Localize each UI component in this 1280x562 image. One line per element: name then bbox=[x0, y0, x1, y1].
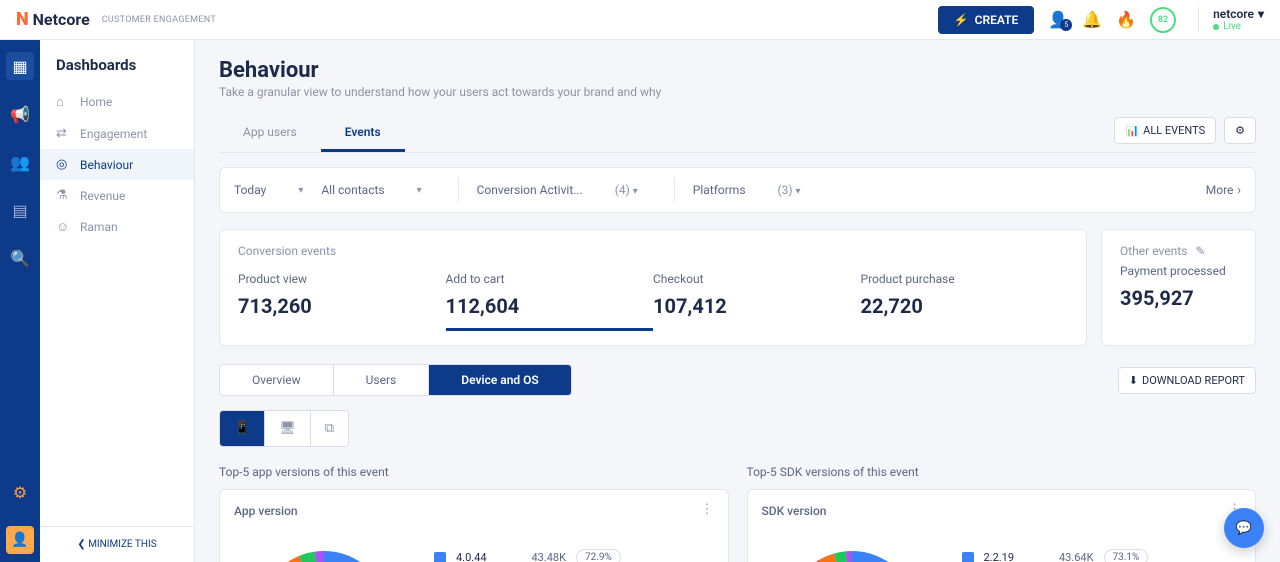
page-title: Behaviour bbox=[219, 58, 1256, 83]
metric[interactable]: Checkout107,412 bbox=[653, 266, 861, 331]
metric[interactable]: Add to cart112,604 bbox=[446, 266, 654, 331]
edit-icon[interactable]: ✎ bbox=[1195, 244, 1205, 258]
main-content: Behaviour Take a granular view to unders… bbox=[195, 40, 1280, 562]
chat-fab[interactable]: 💬 bbox=[1224, 508, 1264, 548]
conversion-card: Conversion events Product view713,260Add… bbox=[219, 229, 1087, 346]
chevron-down-icon: ▾ bbox=[1258, 7, 1264, 21]
lightning-icon: ⚡ bbox=[954, 13, 969, 27]
sidebar: Dashboards ⌂Home⇄Engagement◎Behaviour⚗Re… bbox=[40, 40, 195, 562]
sidebar-title: Dashboards bbox=[40, 40, 194, 86]
account-menu[interactable]: netcore ▾ Live bbox=[1198, 7, 1264, 32]
filter-activity[interactable]: Conversion Activit...(4) ▾ bbox=[477, 183, 656, 197]
nav-search-icon[interactable]: 🔍 bbox=[6, 244, 34, 272]
minimize-button[interactable]: ❮ MINIMIZE THIS bbox=[40, 526, 194, 562]
sidebar-item-raman[interactable]: ☺Raman bbox=[40, 211, 194, 243]
nav-users-icon[interactable]: 👥 bbox=[6, 148, 34, 176]
iconbar: ▦ 📢 👥 ▤ 🔍 ⚙ 👤 bbox=[0, 40, 40, 562]
chevron-down-icon: ▾ bbox=[796, 186, 801, 197]
chart-section-title: Top-5 app versions of this event bbox=[219, 465, 729, 479]
badge: 5 bbox=[1060, 19, 1072, 31]
sdk-version-chart: SDK version ⋮ 2.2.1943.64K73.1%2.4.510.7… bbox=[747, 489, 1257, 562]
live-status: Live bbox=[1213, 21, 1241, 32]
sidebar-icon: ☺ bbox=[56, 219, 70, 235]
sidebar-icon: ⌂ bbox=[56, 94, 70, 110]
subtab-device-and-os[interactable]: Device and OS bbox=[429, 365, 571, 395]
nav-report-icon[interactable]: ▤ bbox=[6, 196, 34, 224]
bell-icon[interactable]: 🔔 bbox=[1082, 10, 1102, 29]
desktop-tab[interactable]: 🖥 bbox=[265, 411, 311, 446]
filter-date[interactable]: Today▾ bbox=[234, 183, 321, 197]
tabs: App usersEvents 📊 ALL EVENTS ⚙ bbox=[219, 115, 1256, 153]
mobile-tab[interactable]: 📱 bbox=[220, 411, 265, 446]
nav-dashboard-icon[interactable]: ▦ bbox=[6, 52, 34, 80]
page-subtitle: Take a granular view to understand how y… bbox=[219, 85, 1256, 99]
chevron-down-icon: ▾ bbox=[298, 185, 303, 196]
metric[interactable]: Product view713,260 bbox=[238, 266, 446, 331]
metric[interactable]: Product purchase22,720 bbox=[861, 266, 1069, 331]
sidebar-item-engagement[interactable]: ⇄Engagement bbox=[40, 118, 194, 149]
score-badge[interactable]: 82 bbox=[1150, 7, 1176, 33]
device-toggle: 📱 🖥 ⧉ bbox=[219, 410, 349, 447]
donut-chart bbox=[762, 526, 942, 562]
chart-menu-icon[interactable]: ⋮ bbox=[701, 502, 714, 517]
subtab-overview[interactable]: Overview bbox=[220, 365, 334, 395]
chevron-down-icon: ▾ bbox=[633, 186, 638, 197]
settings-button[interactable]: ⚙ bbox=[1224, 117, 1256, 144]
tab-events[interactable]: Events bbox=[321, 115, 405, 152]
chevron-right-icon: › bbox=[1237, 183, 1241, 197]
sidebar-icon: ◎ bbox=[56, 157, 70, 172]
sidebar-item-home[interactable]: ⌂Home bbox=[40, 86, 194, 118]
nav-campaign-icon[interactable]: 📢 bbox=[6, 100, 34, 128]
create-button[interactable]: ⚡ CREATE bbox=[938, 6, 1035, 34]
legend-row: 4.0.4443.48K72.9% bbox=[434, 549, 714, 562]
nav-settings-icon[interactable]: ⚙ bbox=[6, 478, 34, 506]
multi-tab[interactable]: ⧉ bbox=[311, 411, 348, 446]
other-events-card: Other events ✎ Payment processed 395,927 bbox=[1101, 229, 1256, 346]
filters-bar: Today▾ All contacts▾ Conversion Activit.… bbox=[219, 167, 1256, 213]
gear-icon: ⚙ bbox=[1235, 124, 1245, 137]
sidebar-item-revenue[interactable]: ⚗Revenue bbox=[40, 180, 194, 211]
legend-row: 2.2.1943.64K73.1% bbox=[962, 549, 1242, 562]
subtab-users[interactable]: Users bbox=[334, 365, 430, 395]
all-events-button[interactable]: 📊 ALL EVENTS bbox=[1114, 117, 1216, 144]
chevron-down-icon: ▾ bbox=[417, 185, 422, 196]
tab-app-users[interactable]: App users bbox=[219, 115, 321, 152]
more-filters[interactable]: More › bbox=[1206, 183, 1241, 197]
app-version-chart: App version ⋮ 4.0.4443.48K72.9%4.3.479.3… bbox=[219, 489, 729, 562]
sidebar-icon: ⚗ bbox=[56, 188, 70, 203]
topbar: N Netcore CUSTOMER ENGAGEMENT ⚡ CREATE 👤… bbox=[0, 0, 1280, 40]
sidebar-item-behaviour[interactable]: ◎Behaviour bbox=[40, 149, 194, 180]
nav-avatar[interactable]: 👤 bbox=[6, 526, 34, 554]
tagline: CUSTOMER ENGAGEMENT bbox=[102, 15, 216, 25]
user-icon[interactable]: 👤5 bbox=[1048, 10, 1068, 29]
card-label: Conversion events bbox=[238, 244, 1068, 258]
logo[interactable]: N Netcore bbox=[16, 9, 90, 30]
flame-icon[interactable]: 🔥 bbox=[1116, 10, 1136, 29]
filter-platforms[interactable]: Platforms(3) ▾ bbox=[693, 183, 819, 197]
chart-section-title: Top-5 SDK versions of this event bbox=[747, 465, 1257, 479]
donut-chart bbox=[234, 526, 414, 562]
brand-name: Netcore bbox=[33, 10, 90, 29]
logo-icon: N bbox=[16, 9, 29, 30]
download-report-button[interactable]: ⬇ DOWNLOAD REPORT bbox=[1118, 367, 1256, 394]
sidebar-icon: ⇄ bbox=[56, 126, 70, 141]
filter-contacts[interactable]: All contacts▾ bbox=[321, 183, 439, 197]
